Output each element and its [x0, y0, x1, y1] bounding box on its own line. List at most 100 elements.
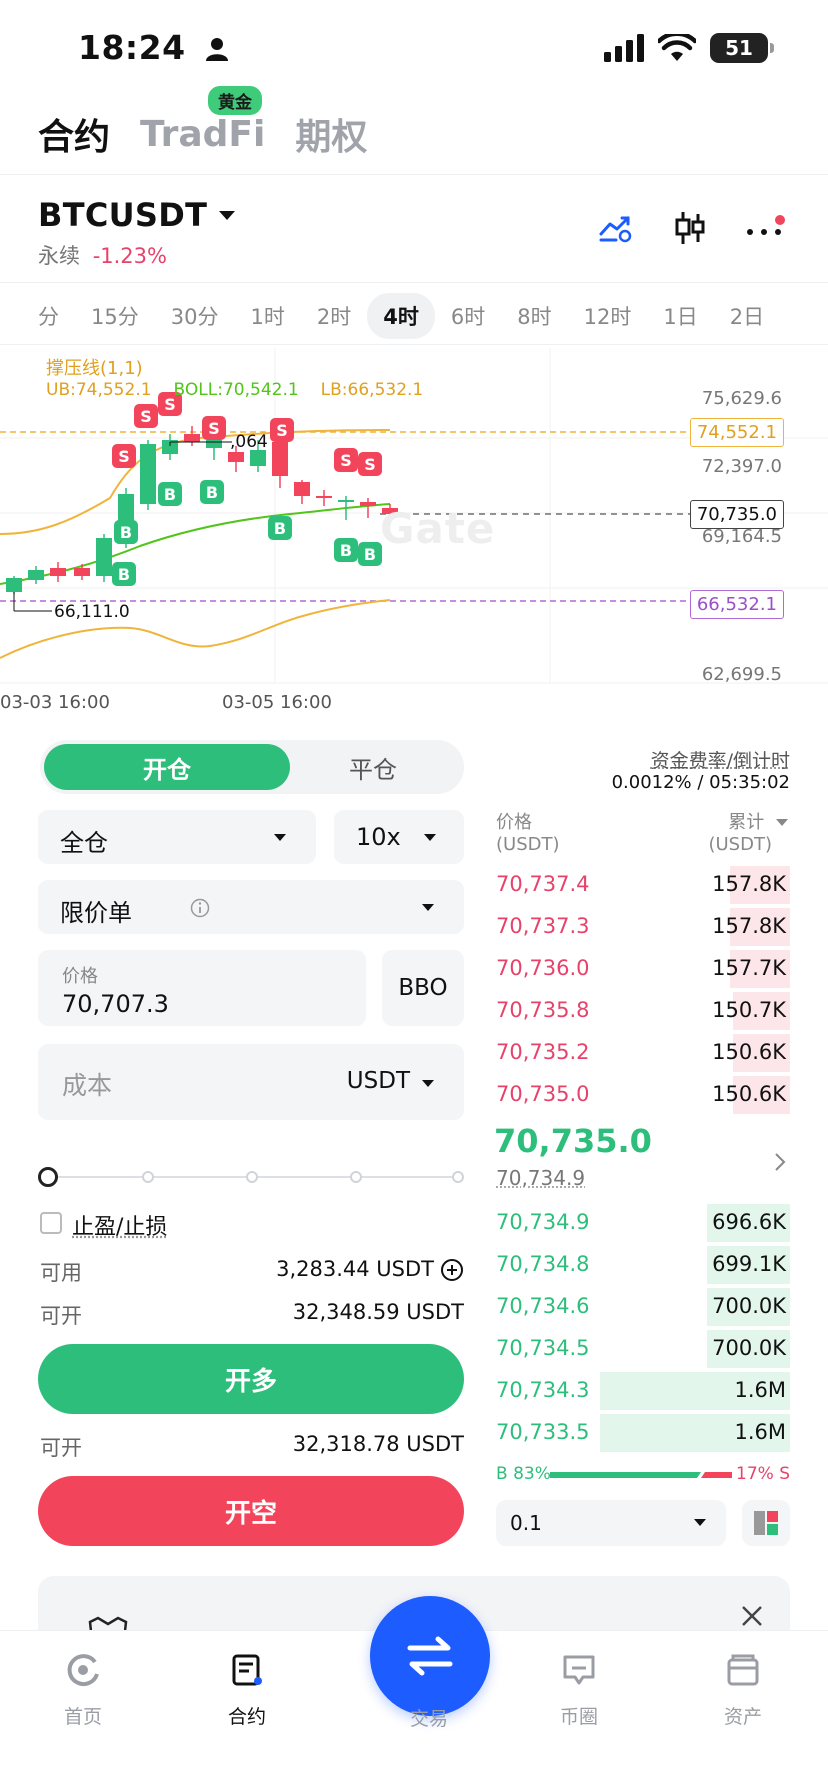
slider-step[interactable]: [350, 1171, 362, 1183]
cost-unit[interactable]: USDT: [347, 1068, 410, 1094]
tab-timeframe[interactable]: 1时: [234, 293, 300, 339]
available-label: 可用: [40, 1261, 82, 1285]
price-label: 价格: [62, 966, 98, 987]
buy-signal: B: [334, 538, 358, 562]
ob-qty-header[interactable]: 累计 (USDT): [708, 812, 788, 856]
bid-price: 70,734.8: [496, 1252, 590, 1276]
signal-label: S: [140, 407, 152, 426]
gold-badge: 黄金: [208, 85, 263, 115]
more-icon[interactable]: [746, 214, 786, 242]
tab-timeframe[interactable]: 4时: [367, 293, 435, 339]
funding-rate-title[interactable]: 资金费率/倒计时: [651, 746, 790, 773]
bid-price: 70,734.6: [496, 1294, 590, 1318]
nav-community[interactable]: 币圈: [524, 1652, 634, 1729]
ask-row[interactable]: 70,735.0 150.6K: [494, 1074, 790, 1116]
symbol-selector[interactable]: BTCUSDT: [38, 196, 236, 234]
candle-body: [272, 442, 288, 476]
margin-mode-select[interactable]: 全仓: [38, 810, 316, 864]
tab-timeframe[interactable]: 分: [22, 293, 75, 339]
info-icon[interactable]: [190, 898, 210, 918]
tab-timeframe[interactable]: 6时: [435, 293, 501, 339]
bid-row[interactable]: 70,734.9 696.6K: [494, 1202, 790, 1244]
candle-body: [228, 452, 244, 462]
open-tab[interactable]: 开仓: [44, 744, 290, 790]
book-layout-button[interactable]: [742, 1500, 790, 1546]
tab-timeframe[interactable]: 12时: [568, 293, 648, 339]
close-icon[interactable]: [740, 1604, 764, 1628]
ask-price: 70,736.0: [496, 956, 590, 980]
tab-futures[interactable]: 合约: [38, 108, 110, 160]
tab-timeframe[interactable]: 15分: [75, 293, 155, 339]
nav-home-label: 首页: [63, 1706, 102, 1728]
lb-price-tag: 66,532.1: [689, 590, 784, 619]
bid-price: 70,734.3: [496, 1378, 590, 1402]
y-tick: 72,397.0: [701, 456, 782, 477]
nav-trade[interactable]: 交易: [374, 1694, 484, 1731]
signal-label: B: [120, 523, 132, 542]
ask-qty: 150.6K: [712, 1082, 786, 1106]
symbol-divider: [0, 282, 828, 283]
ask-row[interactable]: 70,735.2 150.6K: [494, 1032, 790, 1074]
slider-step[interactable]: [246, 1171, 258, 1183]
chevron-right-icon[interactable]: [772, 1150, 788, 1174]
leverage-select[interactable]: 10x: [334, 810, 464, 864]
slider-step[interactable]: [452, 1171, 464, 1183]
bid-qty: 1.6M: [734, 1378, 786, 1402]
bid-row[interactable]: 70,734.8 699.1K: [494, 1244, 790, 1286]
tab-timeframe[interactable]: 8时: [501, 293, 567, 339]
tpsl-label[interactable]: 止盈/止损: [72, 1209, 167, 1241]
plus-circle-icon[interactable]: [440, 1258, 464, 1282]
tab-timeframe[interactable]: 2日: [714, 293, 780, 339]
tab-options[interactable]: 期权: [295, 108, 367, 160]
candlestick-icon[interactable]: [674, 210, 706, 246]
signal-label: B: [274, 519, 286, 538]
ask-qty: 157.8K: [712, 914, 786, 938]
tab-tradfi[interactable]: TradFi 黄金: [140, 85, 265, 155]
buy-ratio-fill: [550, 1472, 701, 1478]
contract-type: 永续: [38, 244, 80, 268]
slider-handle[interactable]: [38, 1167, 58, 1187]
order-type-select[interactable]: 限价单: [38, 880, 464, 934]
cost-input[interactable]: 成本 USDT: [38, 1044, 464, 1120]
indicator-title[interactable]: 撑压线(1,1): [46, 354, 143, 380]
boll-value: BOLL:70,542.1: [173, 380, 299, 400]
price-input[interactable]: 价格 70,707.3: [38, 950, 366, 1026]
bid-row[interactable]: 70,734.3 1.6M: [494, 1370, 790, 1412]
ask-row[interactable]: 70,735.8 150.7K: [494, 990, 790, 1032]
ask-row[interactable]: 70,736.0 157.7K: [494, 948, 790, 990]
bid-row[interactable]: 70,734.5 700.0K: [494, 1328, 790, 1370]
tab-timeframe[interactable]: 30分: [155, 293, 235, 339]
candle-body: [184, 434, 200, 442]
tab-timeframe[interactable]: 2时: [301, 293, 367, 339]
status-time-text: 18:24: [78, 28, 186, 67]
tab-timeframe[interactable]: 1日: [647, 293, 713, 339]
close-tab[interactable]: 平仓: [286, 744, 460, 790]
ask-row[interactable]: 70,737.4 157.8K: [494, 864, 790, 906]
depth-step-select[interactable]: 0.1: [496, 1500, 726, 1546]
sell-ratio-fill: [701, 1472, 732, 1478]
nav-trade-label: 交易: [409, 1708, 448, 1730]
trend-alert-icon[interactable]: [598, 212, 634, 244]
nav-home[interactable]: 首页: [28, 1652, 138, 1729]
open-close-switch: 开仓 平仓: [40, 740, 464, 794]
wallet-icon: [727, 1654, 759, 1686]
open-short-button[interactable]: 开空: [38, 1476, 464, 1546]
bid-row[interactable]: 70,733.5 1.6M: [494, 1412, 790, 1454]
bbo-button[interactable]: BBO: [382, 950, 464, 1026]
bid-price: 70,734.5: [496, 1336, 590, 1360]
slider-step[interactable]: [142, 1171, 154, 1183]
nav-assets[interactable]: 资产: [688, 1652, 798, 1729]
chevron-down-icon: [422, 1080, 434, 1087]
ask-row[interactable]: 70,737.3 157.8K: [494, 906, 790, 948]
bid-row[interactable]: 70,734.6 700.0K: [494, 1286, 790, 1328]
candle-body: [96, 538, 112, 576]
can-open-long-value: 32,348.59 USDT: [292, 1300, 464, 1324]
open-long-button[interactable]: 开多: [38, 1344, 464, 1414]
tpsl-checkbox[interactable]: [40, 1212, 62, 1234]
candle-body: [28, 570, 44, 580]
candle-body: [74, 568, 90, 576]
nav-futures[interactable]: 合约: [192, 1652, 302, 1729]
upper-band-line: [0, 429, 391, 535]
signal-label: S: [118, 447, 130, 466]
signal-label: B: [364, 545, 376, 564]
